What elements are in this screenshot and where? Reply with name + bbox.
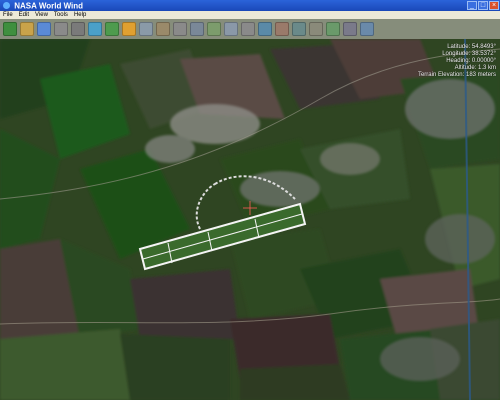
place-names-icon[interactable] [37, 22, 51, 36]
world-icon[interactable] [3, 22, 17, 36]
close-button[interactable]: × [489, 1, 499, 10]
window-title: NASA World Wind [14, 1, 84, 11]
scale-icon[interactable] [173, 22, 187, 36]
menu-view[interactable]: View [35, 11, 48, 19]
heading-readout: Heading: 0.00000° [446, 58, 496, 64]
measure-icon[interactable] [241, 22, 255, 36]
map-icon[interactable] [207, 22, 221, 36]
satellite-imagery[interactable] [0, 39, 500, 400]
menu-help[interactable]: Help [74, 11, 86, 19]
compass-icon[interactable] [258, 22, 272, 36]
globe-color-icon[interactable] [122, 22, 136, 36]
menu-bar: File Edit View Tools Help [0, 11, 500, 19]
terrain-icon[interactable] [156, 22, 170, 36]
photo-icon[interactable] [190, 22, 204, 36]
altitude-readout: Altitude: 1.3 km [454, 65, 496, 71]
longitude-readout: Longitude: 38.5372° [442, 51, 496, 57]
menu-file[interactable]: File [3, 11, 13, 19]
elevation-readout: Terrain Elevation: 183 meters [417, 72, 496, 78]
grid-icon[interactable] [139, 22, 153, 36]
landsat-icon[interactable] [105, 22, 119, 36]
satellite-icon[interactable] [71, 22, 85, 36]
menu-edit[interactable]: Edit [19, 11, 29, 19]
window-controls: _ □ × [467, 1, 499, 10]
zoom-icon[interactable] [224, 22, 238, 36]
menu-tools[interactable]: Tools [54, 11, 68, 19]
maximize-button[interactable]: □ [478, 1, 488, 10]
toolbar [0, 19, 500, 39]
title-bar: NASA World Wind _ □ × [0, 0, 500, 11]
latitude-readout: Latitude: 54.8493° [447, 44, 496, 50]
search-icon[interactable] [54, 22, 68, 36]
add-layer-icon[interactable] [326, 22, 340, 36]
minimize-button[interactable]: _ [467, 1, 477, 10]
boundaries-icon[interactable] [88, 22, 102, 36]
settings-icon[interactable] [343, 22, 357, 36]
chart-icon[interactable] [275, 22, 289, 36]
position-readout: Latitude: 54.8493° Longitude: 38.5372° H… [418, 44, 496, 79]
app-icon [3, 2, 10, 10]
clock-icon[interactable] [309, 22, 323, 36]
satellite-map-view[interactable] [0, 39, 500, 400]
help-icon[interactable] [360, 22, 374, 36]
layers-icon[interactable] [20, 22, 34, 36]
info-icon[interactable] [292, 22, 306, 36]
